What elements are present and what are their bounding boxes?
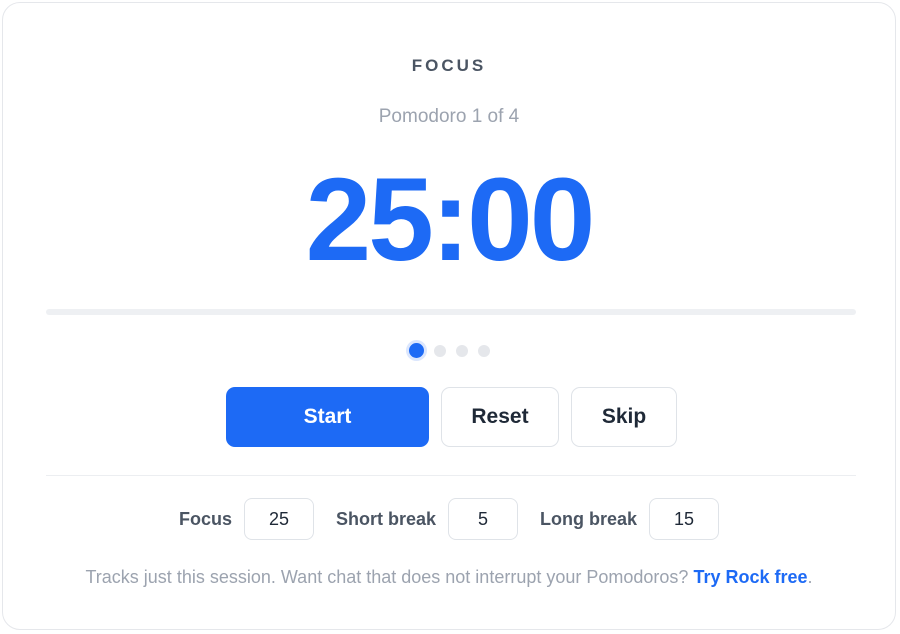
session-dots xyxy=(3,343,895,358)
start-button[interactable]: Start xyxy=(226,387,429,447)
focus-setting: Focus xyxy=(179,498,314,540)
session-dot-current xyxy=(408,343,424,358)
long-break-setting: Long break xyxy=(540,498,720,540)
try-rock-link[interactable]: Try Rock free xyxy=(693,567,807,587)
timer-display: 25:00 xyxy=(305,154,596,286)
reset-button[interactable]: Reset xyxy=(441,387,559,447)
long-break-label: Long break xyxy=(540,508,638,529)
focus-label: Focus xyxy=(178,508,232,529)
focus-minutes-input[interactable] xyxy=(243,498,314,540)
session-counter: Pomodoro 1 of 4 xyxy=(378,106,520,127)
session-dot xyxy=(477,344,490,357)
short-break-minutes-input[interactable] xyxy=(448,498,519,540)
long-break-minutes-input[interactable] xyxy=(649,498,720,540)
footer-text: Tracks just this session. Want chat that… xyxy=(85,567,689,587)
mode-label: FOCUS xyxy=(411,56,487,75)
progress-bar xyxy=(46,309,856,315)
session-dot xyxy=(455,344,468,357)
footer-note: Tracks just this session. Want chat that… xyxy=(3,567,895,588)
short-break-setting: Short break xyxy=(335,498,519,540)
short-break-label: Short break xyxy=(335,508,437,529)
divider xyxy=(46,475,856,476)
session-dot xyxy=(433,344,446,357)
pomodoro-card: FOCUS Pomodoro 1 of 4 25:00 Start Reset … xyxy=(2,2,896,630)
footer-period: . xyxy=(807,567,813,587)
skip-button[interactable]: Skip xyxy=(571,387,677,447)
timer-controls: Start Reset Skip xyxy=(226,387,677,447)
duration-settings: Focus Short break Long break xyxy=(3,498,895,540)
